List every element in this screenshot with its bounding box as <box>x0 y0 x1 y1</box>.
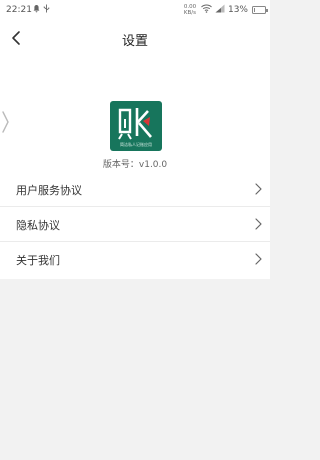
status-notification-icons <box>33 4 50 13</box>
menu-item-user-agreement[interactable]: 用户服务协议 <box>0 172 270 206</box>
usb-icon <box>43 4 50 13</box>
menu-item-label: 用户服务协议 <box>16 184 82 197</box>
menu-item-privacy-policy[interactable]: 隐私协议 <box>0 207 270 241</box>
status-bar: 22:21 0.00 KB/s 13% <box>0 0 270 22</box>
battery-icon <box>252 6 268 14</box>
version-text: 版本号：v1.0.0 <box>0 157 270 170</box>
chevron-left-icon <box>12 31 20 45</box>
menu-item-label: 隐私协议 <box>16 219 60 232</box>
version-label: 版本号： <box>102 160 139 170</box>
chevron-right-icon <box>255 253 262 265</box>
version-value: v1.0.0 <box>138 160 168 170</box>
app-logo-subtitle: 简洁私人记账应用 <box>120 142 152 147</box>
menu-item-label: 关于我们 <box>16 254 60 267</box>
back-button[interactable] <box>6 26 26 50</box>
page-title: 设置 <box>121 34 148 49</box>
signal-icon <box>215 4 225 16</box>
network-speed-unit: KB/s <box>183 10 197 16</box>
menu-item-about-us[interactable]: 关于我们 <box>0 242 270 276</box>
nav-bar: 设置 <box>0 22 270 54</box>
notification-icon <box>33 4 40 13</box>
chevron-right-icon <box>255 218 262 230</box>
edge-chevron-icon <box>2 111 9 133</box>
wifi-icon <box>201 4 212 16</box>
edge-swipe-handle[interactable] <box>0 108 10 136</box>
chevron-right-icon <box>255 183 262 195</box>
battery-level-fill <box>254 8 255 12</box>
status-right-group: 0.00 KB/s 13% <box>182 4 268 16</box>
network-speed: 0.00 KB/s <box>182 4 198 16</box>
status-time: 22:21 <box>6 5 32 15</box>
app-logo: 简洁私人记账应用 <box>110 101 162 151</box>
battery-percent: 13% <box>227 5 248 15</box>
